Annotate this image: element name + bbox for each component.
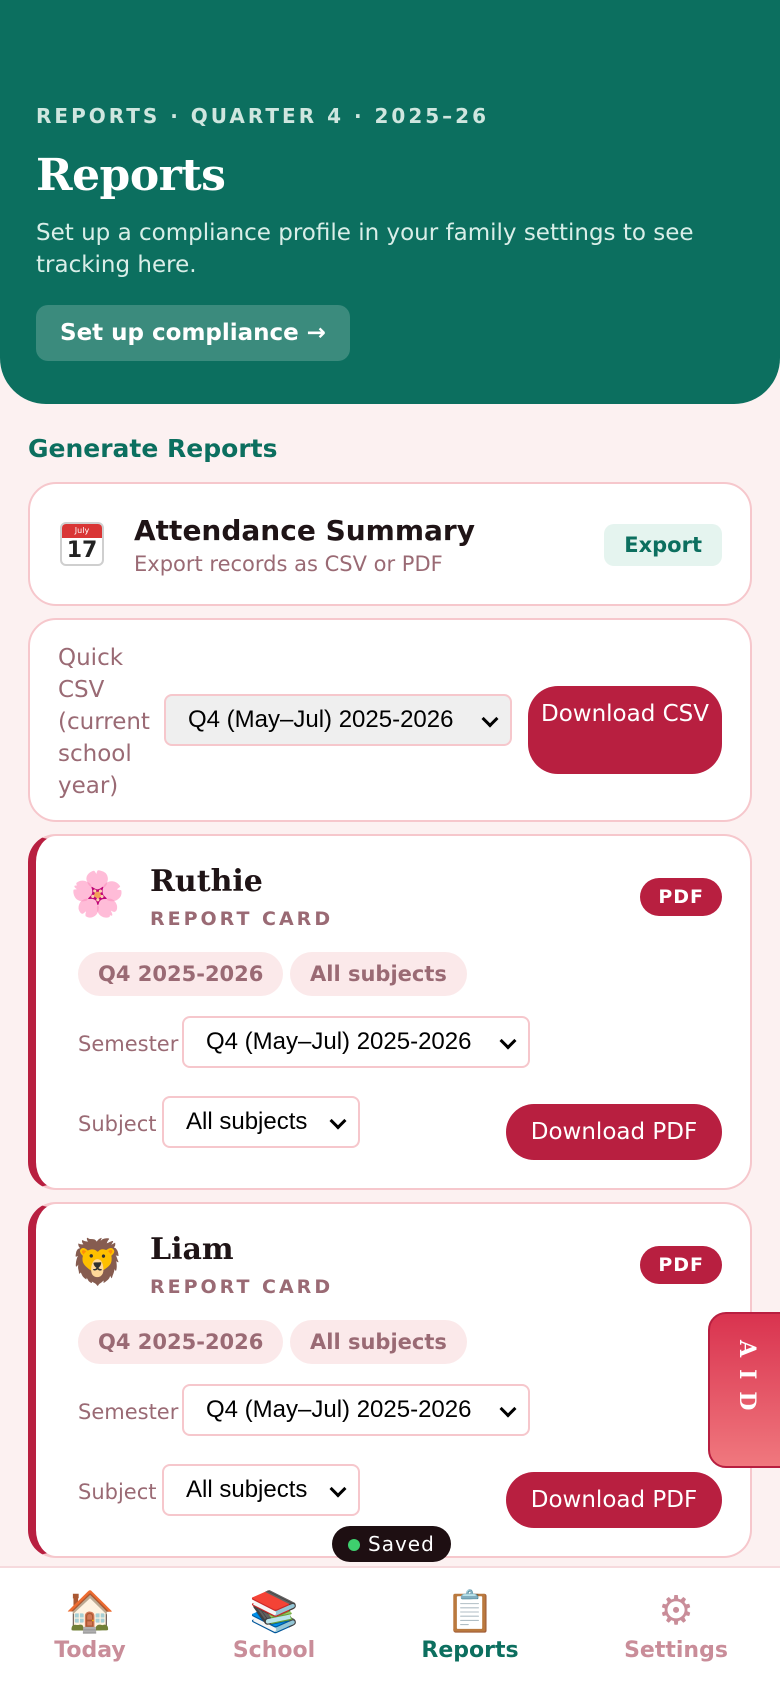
subject-value: All subjects bbox=[186, 1108, 308, 1135]
csv-period-select[interactable]: Q4 (May–Jul) 2025-2026 bbox=[164, 694, 512, 746]
page-title: Reports bbox=[36, 150, 226, 201]
tab-reports[interactable]: 📋 Reports bbox=[390, 1588, 550, 1663]
report-card-label: REPORT CARD bbox=[150, 908, 334, 930]
download-pdf-button[interactable]: Download PDF bbox=[506, 1104, 722, 1160]
aid-tab-label: AID bbox=[734, 1340, 760, 1423]
period-chip: Q4 2025-2026 bbox=[78, 1320, 284, 1364]
subject-chip: All subjects bbox=[290, 952, 467, 996]
saved-toast: Saved bbox=[332, 1526, 451, 1562]
report-card-label: REPORT CARD bbox=[150, 1276, 334, 1298]
tab-label: Settings bbox=[624, 1638, 728, 1663]
avatar: 🌸 bbox=[70, 869, 125, 920]
subject-select[interactable]: All subjects bbox=[162, 1464, 360, 1516]
period-chip: Q4 2025-2026 bbox=[78, 952, 284, 996]
tab-school[interactable]: 📚 School bbox=[194, 1588, 354, 1663]
semester-value: Q4 (May–Jul) 2025-2026 bbox=[206, 1028, 472, 1055]
semester-value: Q4 (May–Jul) 2025-2026 bbox=[206, 1396, 472, 1423]
chevron-down-icon bbox=[499, 1400, 517, 1418]
subject-value: All subjects bbox=[186, 1476, 308, 1503]
attendance-subtitle: Export records as CSV or PDF bbox=[134, 552, 443, 576]
tab-today[interactable]: 🏠 Today bbox=[10, 1588, 170, 1663]
tab-label: School bbox=[232, 1638, 316, 1663]
download-pdf-button[interactable]: Download PDF bbox=[506, 1472, 722, 1528]
download-csv-button[interactable]: Download CSV bbox=[528, 686, 722, 774]
chevron-down-icon bbox=[329, 1112, 347, 1130]
quick-csv-card: Quick CSV (current school year) Q4 (May–… bbox=[28, 618, 752, 822]
compliance-message: Set up a compliance profile in your fami… bbox=[36, 220, 694, 278]
house-icon: 🏠 bbox=[65, 1589, 115, 1635]
pdf-badge: PDF bbox=[640, 878, 722, 916]
chevron-down-icon bbox=[499, 1032, 517, 1050]
reports-header: REPORTS · QUARTER 4 · 2025–26 Reports Se… bbox=[0, 0, 780, 404]
avatar: 🦁 bbox=[70, 1237, 125, 1288]
calendar-icon: July 17 bbox=[60, 522, 104, 566]
pdf-badge: PDF bbox=[640, 1246, 722, 1284]
subject-chip: All subjects bbox=[290, 1320, 467, 1364]
books-icon: 📚 bbox=[249, 1589, 299, 1635]
setup-compliance-button[interactable]: Set up compliance → bbox=[36, 305, 351, 361]
quick-csv-label: Quick CSV (current school year) bbox=[58, 645, 150, 799]
subject-select[interactable]: All subjects bbox=[162, 1096, 360, 1148]
semester-label: Semester bbox=[78, 1400, 179, 1424]
subject-label: Subject bbox=[78, 1112, 157, 1136]
status-dot-icon bbox=[348, 1539, 360, 1551]
tab-label: Today bbox=[54, 1638, 126, 1663]
semester-label: Semester bbox=[78, 1032, 179, 1056]
chevron-down-icon bbox=[481, 710, 499, 728]
semester-select[interactable]: Q4 (May–Jul) 2025-2026 bbox=[182, 1016, 530, 1068]
section-title: Generate Reports bbox=[28, 434, 278, 463]
gear-icon: ⚙ bbox=[658, 1588, 694, 1634]
tab-label: Reports bbox=[421, 1638, 519, 1663]
tab-settings[interactable]: ⚙ Settings bbox=[596, 1588, 756, 1663]
semester-select[interactable]: Q4 (May–Jul) 2025-2026 bbox=[182, 1384, 530, 1436]
csv-period-value: Q4 (May–Jul) 2025-2026 bbox=[188, 706, 454, 733]
bottom-tab-bar: 🏠 Today 📚 School 📋 Reports ⚙ Settings bbox=[0, 1566, 780, 1688]
aid-side-tab[interactable]: AID bbox=[708, 1312, 780, 1468]
subject-label: Subject bbox=[78, 1480, 157, 1504]
breadcrumb: REPORTS · QUARTER 4 · 2025–26 bbox=[36, 104, 490, 128]
clipboard-icon: 📋 bbox=[445, 1589, 495, 1635]
child-name: Ruthie bbox=[150, 864, 263, 899]
chevron-down-icon bbox=[329, 1480, 347, 1498]
attendance-title: Attendance Summary bbox=[134, 514, 475, 547]
report-card-ruthie: 🌸 Ruthie REPORT CARD PDF Q4 2025-2026 Al… bbox=[28, 834, 752, 1190]
report-card-liam: 🦁 Liam REPORT CARD PDF Q4 2025-2026 All … bbox=[28, 1202, 752, 1558]
child-name: Liam bbox=[150, 1232, 234, 1267]
saved-toast-label: Saved bbox=[368, 1532, 435, 1556]
attendance-summary-card[interactable]: July 17 Attendance Summary Export record… bbox=[28, 482, 752, 606]
export-button[interactable]: Export bbox=[604, 524, 722, 566]
